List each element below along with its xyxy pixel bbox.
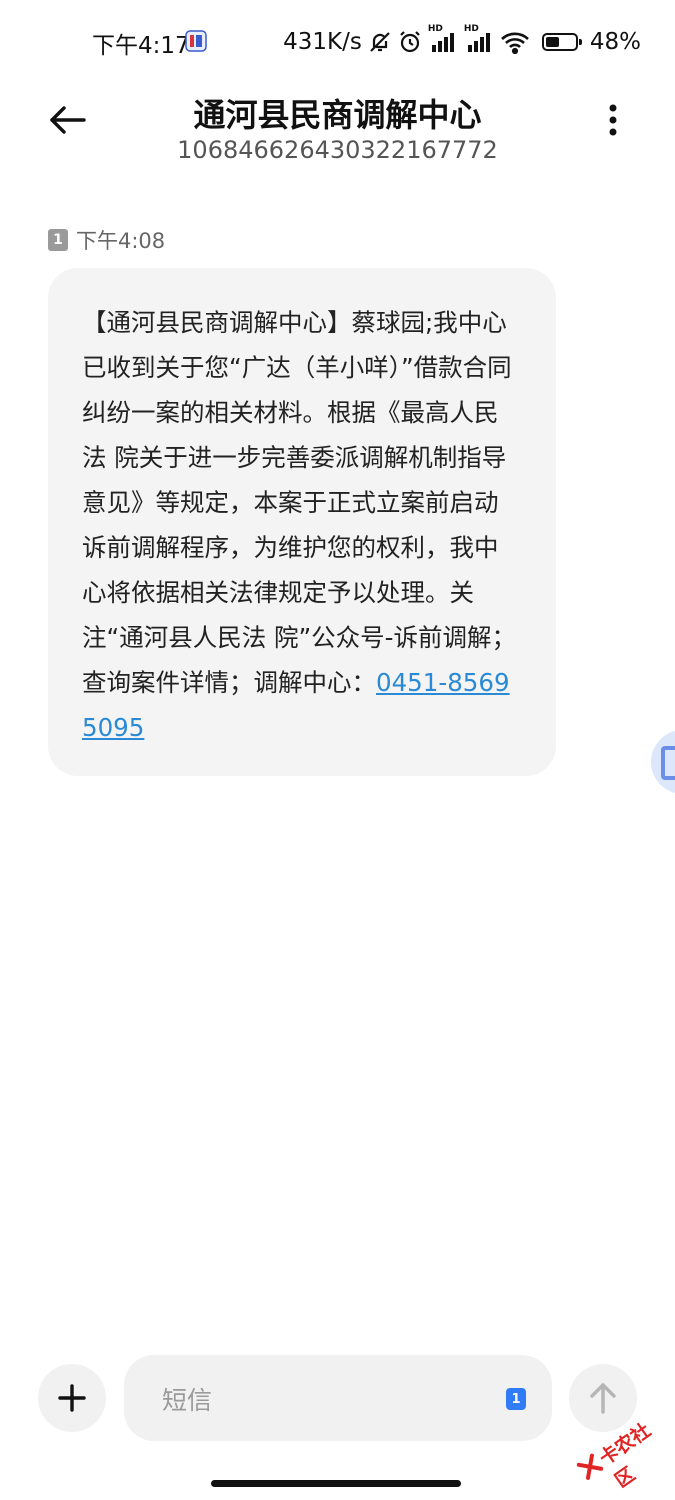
message-input-placeholder: 短信: [162, 1386, 213, 1415]
message-meta: 1 下午4:08: [48, 226, 165, 254]
signal-2-icon: HD: [464, 24, 494, 54]
app-notification-icon: [185, 30, 207, 52]
floating-tool-button[interactable]: [651, 730, 675, 794]
plus-icon: [58, 1384, 86, 1412]
contact-number: 106846626430322167772: [177, 136, 498, 164]
message-text: 【通河县民商调解中心】蔡球园;我中心已收到关于您“广达（羊小咩）”借款合同纠纷一…: [82, 308, 517, 697]
message-time: 下午4:08: [76, 229, 166, 253]
more-vertical-icon: [609, 104, 617, 136]
alarm-icon: [398, 30, 422, 54]
conversation-header: 通河县民商调解中心 106846626430322167772: [0, 84, 675, 184]
battery-percent: 48%: [589, 29, 641, 55]
message-body: 【通河县民商调解中心】蔡球园;我中心已收到关于您“广达（羊小咩）”借款合同纠纷一…: [82, 300, 522, 750]
arrow-up-icon: [590, 1383, 616, 1414]
status-bar: 下午4:17 431K/s HD HD 48%: [0, 0, 675, 84]
signal-2-hd-label: HD: [463, 24, 479, 34]
status-icons: 431K/s HD HD 48%: [283, 24, 641, 60]
wifi-icon: [500, 30, 530, 54]
battery-icon: [541, 33, 582, 51]
network-speed: 431K/s: [283, 29, 362, 55]
contact-name: 通河县民商调解中心: [193, 96, 482, 134]
message-bubble[interactable]: 【通河县民商调解中心】蔡球园;我中心已收到关于您“广达（羊小咩）”借款合同纠纷一…: [48, 268, 556, 776]
sms-conversation-screen: 下午4:17 431K/s HD HD 48% 通河县民商调解中心 106846…: [0, 0, 675, 1500]
sim-slot-badge: 1: [48, 229, 68, 251]
home-indicator[interactable]: [211, 1480, 461, 1487]
message-input[interactable]: 短信 1: [124, 1355, 552, 1441]
sim-select-icon[interactable]: 1: [506, 1388, 526, 1410]
battery-level: [545, 37, 559, 47]
signal-1-icon: HD: [428, 24, 458, 54]
status-time: 下午4:17: [92, 33, 190, 59]
mute-bell-icon: [368, 30, 392, 54]
add-attachment-button[interactable]: [38, 1364, 106, 1432]
more-options-button[interactable]: [589, 92, 637, 148]
signal-1-hd-label: HD: [427, 24, 443, 34]
